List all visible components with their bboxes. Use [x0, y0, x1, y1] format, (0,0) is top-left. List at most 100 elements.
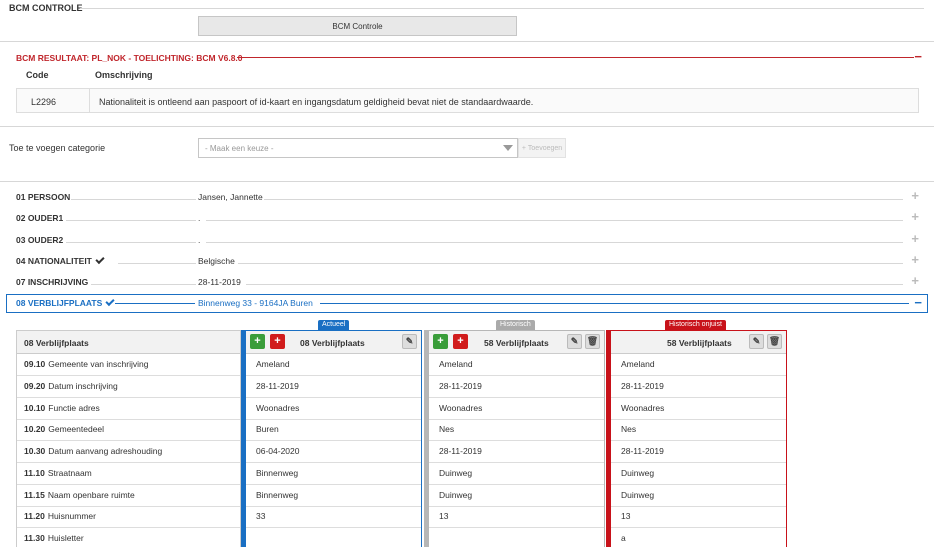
- field-value: a: [611, 528, 786, 547]
- add-icon[interactable]: +: [433, 334, 448, 349]
- badge-historisch: Historisch: [496, 320, 535, 330]
- chevron-down-icon: [503, 145, 513, 151]
- field-value: Nes: [429, 419, 604, 441]
- pencil-icon[interactable]: ✎: [402, 334, 417, 349]
- check-icon: [95, 254, 105, 265]
- add-icon[interactable]: +: [250, 334, 265, 349]
- bcm-controle-button[interactable]: BCM Controle: [198, 16, 517, 36]
- field-value: 33: [246, 506, 421, 528]
- divider: [237, 57, 914, 58]
- category-label: 03 OUDER2: [16, 235, 64, 245]
- field-value: Duinweg: [429, 485, 604, 507]
- column-header: + + 58 Verblijfplaats ✎ 🗑: [429, 331, 604, 354]
- trash-icon[interactable]: 🗑: [767, 334, 782, 349]
- expand-icon[interactable]: +: [911, 274, 919, 287]
- field-value: Buren: [246, 419, 421, 441]
- labels-header: 08 Verblijfplaats: [17, 331, 240, 354]
- category-label: 07 INSCHRIJVING: [16, 277, 89, 287]
- field-value: 28-11-2019: [429, 441, 604, 463]
- col-header-description: Omschrijving: [95, 70, 153, 80]
- field-value: 28-11-2019: [429, 376, 604, 398]
- field-value: Ameland: [246, 354, 421, 376]
- result-code: L2296: [31, 97, 57, 107]
- category-row-inschrijving[interactable]: 07 INSCHRIJVING 28-11-2019 +: [16, 274, 919, 291]
- category-select[interactable]: - Maak een keuze -: [198, 138, 518, 158]
- add-category-button-label: Toevoegen: [527, 144, 563, 152]
- field-value: Binnenweg: [246, 485, 421, 507]
- field-label: 09.20 Datum inschrijving: [17, 376, 240, 398]
- column-historisch-onjuist: 58 Verblijfplaats ✎ 🗑 Ameland 28-11-2019…: [606, 330, 787, 547]
- field-value: 28-11-2019: [611, 376, 786, 398]
- field-label: 11.30 Huisletter: [17, 528, 240, 547]
- category-label: 04 NATIONALITEIT: [16, 256, 92, 266]
- plus-icon: +: [521, 144, 526, 152]
- category-row-persoon[interactable]: 01 PERSOON Jansen, Jannette +: [16, 189, 919, 206]
- bcm-section-title: BCM CONTROLE: [9, 3, 83, 13]
- field-value: Binnenweg: [246, 463, 421, 485]
- trash-icon[interactable]: 🗑: [585, 334, 600, 349]
- remove-icon[interactable]: +: [453, 334, 468, 349]
- category-label: 01 PERSOON: [16, 192, 71, 202]
- field-value: Woonadres: [429, 398, 604, 420]
- category-label: 02 OUDER1: [16, 213, 64, 223]
- field-value: Woonadres: [246, 398, 421, 420]
- field-value: Ameland: [611, 354, 786, 376]
- category-row-nationaliteit[interactable]: 04 NATIONALITEIT Belgische +: [16, 253, 919, 270]
- labels-column: 08 Verblijfplaats 09.10 Gemeente van insc…: [16, 330, 241, 547]
- field-value: Duinweg: [429, 463, 604, 485]
- col-header-code: Code: [26, 70, 49, 80]
- field-value: [246, 528, 421, 547]
- category-label-wrap: 04 NATIONALITEIT: [16, 254, 105, 266]
- field-value: 13: [429, 506, 604, 528]
- category-value: 28-11-2019: [198, 277, 241, 287]
- field-value: [429, 528, 604, 547]
- divider: [0, 126, 934, 127]
- add-category-label: Toe te voegen categorie: [9, 143, 106, 153]
- field-value: 06-04-2020: [246, 441, 421, 463]
- category-row-ouder2[interactable]: 03 OUDER2 . +: [16, 232, 919, 249]
- column-title: 58 Verblijfplaats: [667, 338, 732, 348]
- field-label: 10.30 Datum aanvang adreshouding: [17, 441, 240, 463]
- category-row-verblijfplaats[interactable]: 08 VERBLIJFPLAATS Binnenweg 33 - 9164JA …: [6, 294, 928, 313]
- field-label: 11.15 Naam openbare ruimte: [17, 485, 240, 507]
- pencil-icon[interactable]: ✎: [567, 334, 582, 349]
- column-header: 58 Verblijfplaats ✎ 🗑: [611, 331, 786, 354]
- column-historisch: + + 58 Verblijfplaats ✎ 🗑 Ameland 28-11-…: [424, 330, 605, 547]
- column-title: 58 Verblijfplaats: [484, 338, 549, 348]
- field-value: Ameland: [429, 354, 604, 376]
- category-select-value: - Maak een keuze -: [205, 144, 274, 153]
- field-value: 13: [611, 506, 786, 528]
- column-title: 08 Verblijfplaats: [300, 338, 365, 348]
- field-value: 28-11-2019: [246, 376, 421, 398]
- field-value: Nes: [611, 419, 786, 441]
- expand-icon[interactable]: +: [911, 253, 919, 266]
- field-value: 28-11-2019: [611, 441, 786, 463]
- result-description: Nationaliteit is ontleend aan paspoort o…: [99, 97, 534, 107]
- check-icon: [105, 296, 115, 307]
- category-row-ouder1[interactable]: 02 OUDER1 . +: [16, 210, 919, 227]
- column-actueel: + + 08 Verblijfplaats ✎ Ameland 28-11-20…: [241, 330, 422, 547]
- category-value: .: [198, 213, 201, 223]
- category-value: .: [198, 235, 201, 245]
- column-header: + + 08 Verblijfplaats ✎: [246, 331, 421, 354]
- remove-icon[interactable]: +: [270, 334, 285, 349]
- category-value: Belgische: [198, 256, 235, 266]
- bcm-result-title: BCM RESULTAAT: PL_NOK - TOELICHTING: BCM…: [16, 53, 243, 63]
- field-label: 11.10 Straatnaam: [17, 463, 240, 485]
- field-label: 09.10 Gemeente van inschrijving: [17, 354, 240, 376]
- expand-icon[interactable]: +: [911, 232, 919, 245]
- badge-actueel: Actueel: [318, 320, 350, 330]
- category-label-wrap: 08 VERBLIJFPLAATS: [16, 296, 115, 308]
- expand-icon[interactable]: +: [911, 210, 919, 223]
- badge-historisch-onjuist: Historisch onjuist: [665, 320, 726, 330]
- collapse-icon[interactable]: −: [914, 50, 922, 63]
- divider: [0, 41, 934, 42]
- collapse-icon[interactable]: −: [914, 296, 922, 309]
- add-category-button[interactable]: + Toevoegen: [518, 138, 566, 158]
- field-value: Duinweg: [611, 485, 786, 507]
- expand-icon[interactable]: +: [911, 189, 919, 202]
- category-label: 08 VERBLIJFPLAATS: [16, 298, 103, 308]
- category-value: Jansen, Jannette: [198, 192, 263, 202]
- field-label: 11.20 Huisnummer: [17, 506, 240, 528]
- pencil-icon[interactable]: ✎: [749, 334, 764, 349]
